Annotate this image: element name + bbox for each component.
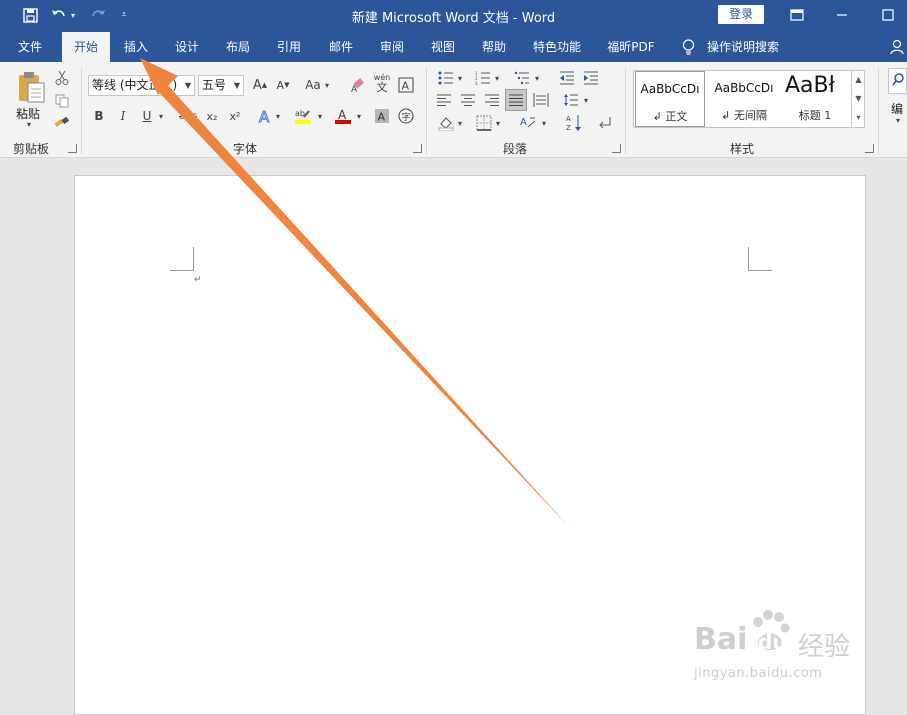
- watermark-brand-tail: du: [758, 630, 787, 654]
- arrow-shaft: [153, 80, 571, 529]
- annotation-arrow: [140, 58, 571, 529]
- watermark-cn: 经验: [798, 632, 851, 662]
- watermark-url: jingyan.baidu.com: [694, 666, 823, 681]
- baidu-watermark: Bai du 经验 jingyan.baidu.com: [694, 608, 864, 688]
- watermark-brand: Bai: [694, 622, 748, 657]
- arrow-head-icon: [140, 58, 178, 95]
